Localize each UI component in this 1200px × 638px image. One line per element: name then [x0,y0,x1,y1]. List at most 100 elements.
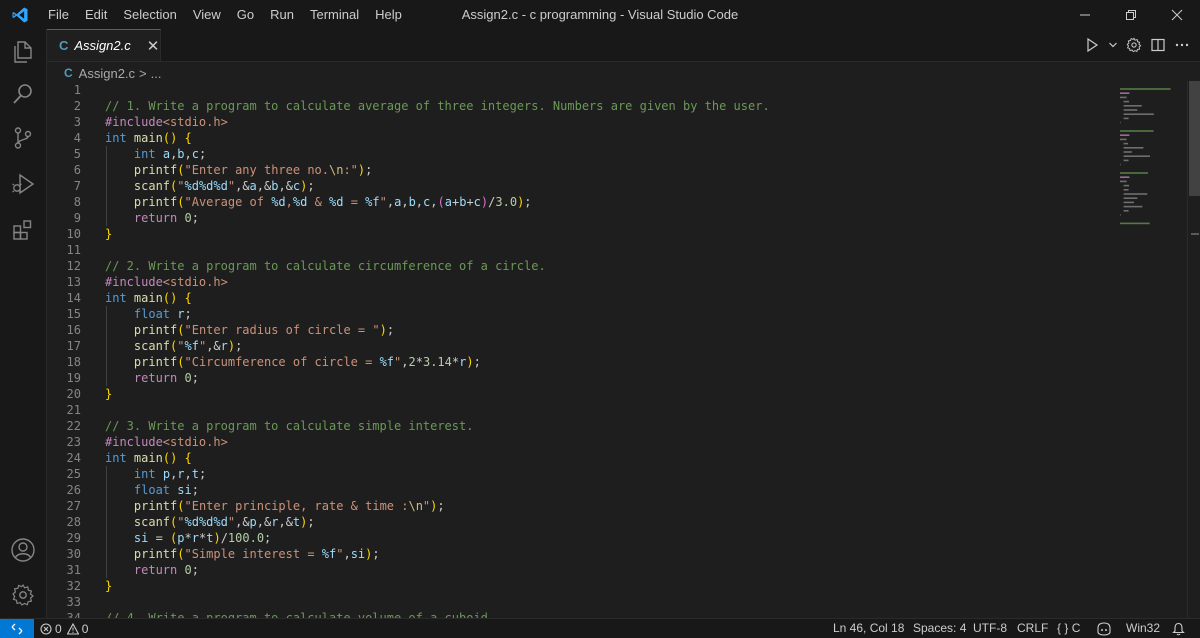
copilot-button[interactable] [1096,619,1112,638]
explorer-button[interactable] [0,29,46,75]
line-number: 7 [73,179,81,193]
code-line[interactable]: 23 #include<stdio.h> [47,434,1117,450]
indent-guide [106,146,107,162]
breadcrumb-symbols[interactable]: ... [151,66,162,81]
close-window-button[interactable] [1154,0,1200,29]
encoding[interactable]: UTF-8 [973,619,1007,638]
more-icon[interactable] [1174,37,1190,53]
code-line[interactable]: 10} [47,226,1117,242]
indent-guide [106,210,107,226]
code-text: scanf("%f",&r); [133,339,243,353]
platform[interactable]: Win32 [1126,619,1160,638]
menu-help[interactable]: Help [367,0,410,29]
code-line[interactable]: 30 printf("Simple interest = %f",si); [47,546,1117,562]
gear-icon[interactable] [1126,37,1142,53]
code-line[interactable]: 19 return 0; [47,370,1117,386]
menu-run[interactable]: Run [262,0,302,29]
code-line[interactable]: 24 int main() { [47,450,1117,466]
activity-bar [0,29,47,618]
code-line[interactable]: 2 // 1. Write a program to calculate aver… [47,98,1117,114]
code-editor[interactable]: 1 2// 1. Write a program to calculate ave… [47,81,1117,618]
indent-guide [106,354,107,370]
breadcrumb-file[interactable]: Assign2.c [79,66,135,81]
code-line[interactable]: 3 #include<stdio.h> [47,114,1117,130]
line-number: 10 [66,227,81,241]
indentation[interactable]: Spaces: 4 [913,619,966,638]
run-debug-button[interactable] [0,161,46,207]
menu-view[interactable]: View [185,0,229,29]
menu-go[interactable]: Go [229,0,262,29]
code-line[interactable]: 27 printf("Enter principle, rate & time … [47,498,1117,514]
minimap-line [1120,96,1127,99]
code-line[interactable]: 4 int main() { [47,130,1117,146]
extensions-button[interactable] [0,207,46,253]
code-line[interactable]: 32} [47,578,1117,594]
code-text: // 2. Write a program to calculate circu… [105,259,546,273]
manage-button[interactable] [0,572,46,618]
code-line[interactable]: 18 printf("Circumference of circle = %f"… [47,354,1117,370]
minimap[interactable] [1117,81,1187,241]
code-line[interactable]: 16 printf("Enter radius of circle = "); [47,322,1117,338]
code-line[interactable]: 7 scanf("%d%d%d",&a,&b,&c); [47,178,1117,194]
code-line[interactable]: 8 printf("Average of %d,%d & %d = %f",a,… [47,194,1117,210]
code-line[interactable]: 20} [47,386,1117,402]
menu-file[interactable]: File [40,0,77,29]
code-line[interactable]: 28 scanf("%d%d%d",&p,&r,&t); [47,514,1117,530]
minimap-line [1120,92,1130,94]
cursor-position[interactable]: Ln 46, Col 18 [833,619,904,638]
code-text: int main() { [105,131,192,145]
menu-terminal[interactable]: Terminal [302,0,367,29]
line-number: 6 [73,163,81,177]
code-line[interactable]: 26 float si; [47,482,1117,498]
line-number: 13 [66,275,81,289]
code-line[interactable]: 11 [47,242,1117,258]
tab-assign2-c[interactable]: C Assign2.c ✕ [47,29,161,61]
code-text: printf("Simple interest = %f",si); [133,547,380,561]
vertical-scrollbar[interactable] [1187,81,1200,618]
notifications-button[interactable] [1172,619,1185,638]
code-line[interactable]: 34 // 4. Write a program to calculate vol… [47,610,1117,618]
code-line[interactable]: 14 int main() { [47,290,1117,306]
end-of-line[interactable]: CRLF [1017,619,1048,638]
menu-selection[interactable]: Selection [115,0,184,29]
problems-indicator[interactable]: 0 0 [40,619,88,638]
code-line[interactable]: 1 [47,82,1117,98]
minimize-button[interactable] [1062,0,1108,29]
code-line[interactable]: 29 si = (p*r*t)/100.0; [47,530,1117,546]
line-number: 18 [66,355,81,369]
code-line[interactable]: 22 // 3. Write a program to calculate sim… [47,418,1117,434]
source-control-button[interactable] [0,115,46,161]
accounts-button[interactable] [0,527,46,573]
remote-button[interactable] [0,619,34,638]
restore-button[interactable] [1108,0,1154,29]
minimap-line [1120,130,1154,132]
run-icon[interactable] [1084,37,1100,53]
minimap-line [1123,147,1144,149]
code-line[interactable]: 25 int p,r,t; [47,466,1117,482]
scrollbar-thumb[interactable] [1189,81,1200,196]
chevron-down-icon[interactable] [1108,37,1118,53]
split-editor-icon[interactable] [1150,37,1166,53]
code-line[interactable]: 12 // 2. Write a program to calculate cir… [47,258,1117,274]
code-line[interactable]: 15 float r; [47,306,1117,322]
code-line[interactable]: 9 return 0; [47,210,1117,226]
minimap-line [1123,142,1128,145]
close-icon [1171,9,1183,20]
indent-guide [106,546,107,562]
scrollbar-marker [1191,233,1199,235]
tab-close-icon[interactable]: ✕ [147,37,160,55]
minimap-line [1123,151,1132,153]
code-line[interactable]: 13 #include<stdio.h> [47,274,1117,290]
language-mode[interactable]: { } C [1057,619,1080,638]
line-number: 28 [66,515,81,529]
code-line[interactable]: 33 [47,594,1117,610]
code-line[interactable]: 21 [47,402,1117,418]
menu-edit[interactable]: Edit [77,0,115,29]
line-number: 20 [66,387,81,401]
search-button[interactable] [0,71,46,117]
code-line[interactable]: 5 int a,b,c; [47,146,1117,162]
minimap-line [1123,117,1129,120]
code-line[interactable]: 17 scanf("%f",&r); [47,338,1117,354]
code-line[interactable]: 31 return 0; [47,562,1117,578]
code-line[interactable]: 6 printf("Enter any three no.\n:"); [47,162,1117,178]
